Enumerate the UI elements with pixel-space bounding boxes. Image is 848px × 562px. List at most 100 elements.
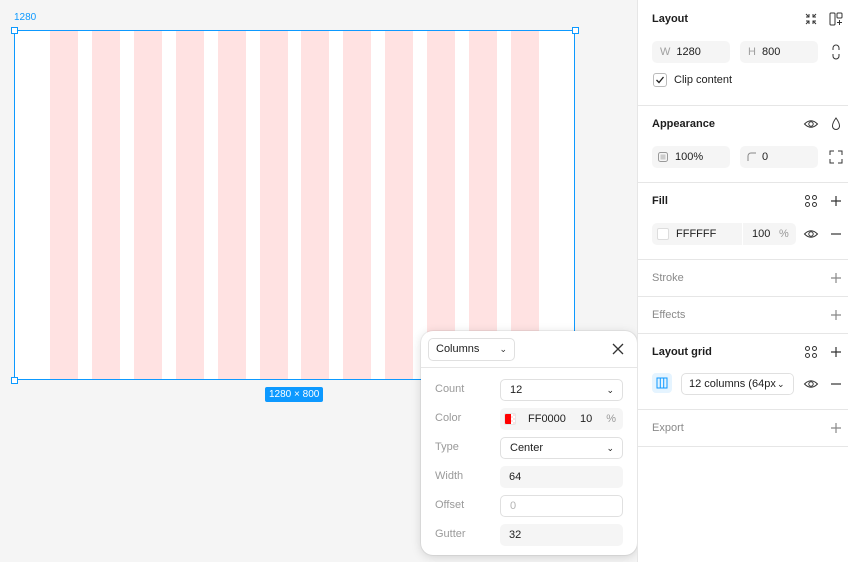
layout-grid-value: 12 columns (64px xyxy=(689,378,776,390)
stroke-title: Stroke xyxy=(652,272,684,284)
percent-unit: % xyxy=(779,228,789,240)
frame[interactable] xyxy=(14,30,575,380)
grid-column xyxy=(133,31,162,379)
clip-content-checkbox[interactable] xyxy=(653,73,667,87)
color-swatch[interactable] xyxy=(504,413,516,425)
height-field[interactable]: H 800 xyxy=(740,41,818,63)
color-field[interactable]: FF0000 10 % xyxy=(500,408,623,430)
layout-grid-popover: Columns ⌄ Count 12 ⌄ Color FF0000 10 % T… xyxy=(421,331,637,555)
w-value[interactable]: 1280 xyxy=(676,46,700,58)
count-select[interactable]: 12 ⌄ xyxy=(500,379,623,401)
offset-row: Offset 0 xyxy=(421,495,637,517)
frame-name-label[interactable]: 1280 xyxy=(14,12,36,23)
offset-input[interactable]: 0 xyxy=(500,495,623,517)
percent-unit: % xyxy=(606,413,616,425)
chevron-down-icon: ⌄ xyxy=(777,374,793,394)
column-grid-icon[interactable] xyxy=(652,373,672,393)
chevron-down-icon: ⌄ xyxy=(606,443,614,453)
layout-section: Layout W 1280 H 800 Clip content xyxy=(638,0,848,106)
collapse-icon[interactable] xyxy=(803,11,819,27)
export-title: Export xyxy=(652,422,684,434)
h-label: H xyxy=(748,46,756,58)
effects-title: Effects xyxy=(652,309,686,321)
grid-column xyxy=(343,31,372,379)
appearance-title: Appearance xyxy=(652,118,715,130)
corner-radius-field[interactable]: 0 xyxy=(740,146,818,168)
add-fill-icon[interactable] xyxy=(828,193,844,209)
eye-icon[interactable] xyxy=(803,226,819,242)
width-input[interactable]: 64 xyxy=(500,466,623,488)
resize-handle-top-right[interactable] xyxy=(572,27,579,34)
count-row: Count 12 ⌄ xyxy=(421,379,637,401)
gutter-input[interactable]: 32 xyxy=(500,524,623,546)
fill-color-field[interactable]: FFFFFF 100 % xyxy=(652,223,796,245)
gutter-row: Gutter 32 xyxy=(421,524,637,546)
fill-hex-value[interactable]: FFFFFF xyxy=(676,228,716,240)
clip-content-label[interactable]: Clip content xyxy=(674,74,732,86)
w-label: W xyxy=(660,46,671,58)
width-label: Width xyxy=(435,470,464,482)
gutter-label: Gutter xyxy=(435,528,466,540)
grid-column xyxy=(385,31,414,379)
export-section: Export xyxy=(638,410,848,447)
layout-title: Layout xyxy=(652,13,689,25)
color-opacity-value[interactable]: 10 xyxy=(580,408,592,430)
effects-section: Effects xyxy=(638,297,848,334)
corner-radius-icon xyxy=(747,152,756,161)
styles-grid-icon[interactable] xyxy=(803,193,819,209)
width-row: Width 64 xyxy=(421,466,637,488)
grid-column xyxy=(427,31,456,379)
properties-panel: Layout W 1280 H 800 Clip content Appearanc… xyxy=(637,0,848,562)
add-export-icon[interactable] xyxy=(828,420,844,436)
width-field[interactable]: W 1280 xyxy=(652,41,730,63)
add-effect-icon[interactable] xyxy=(828,307,844,323)
count-label: Count xyxy=(435,383,465,395)
grid-column xyxy=(175,31,204,379)
corner-radius-value[interactable]: 0 xyxy=(762,151,768,163)
type-row: Type Center ⌄ xyxy=(421,437,637,459)
grid-column xyxy=(259,31,288,379)
grid-column xyxy=(469,31,498,379)
stroke-section: Stroke xyxy=(638,260,848,297)
opacity-icon xyxy=(658,152,668,162)
add-stroke-icon[interactable] xyxy=(828,270,844,286)
fill-section: Fill FFFFFF 100 % xyxy=(638,183,848,260)
blend-mode-icon[interactable] xyxy=(828,116,844,132)
opacity-value[interactable]: 100% xyxy=(675,151,703,163)
remove-fill-icon[interactable] xyxy=(828,226,844,242)
close-icon[interactable] xyxy=(609,340,627,358)
type-select[interactable]: Center ⌄ xyxy=(500,437,623,459)
color-hex-value[interactable]: FF0000 xyxy=(528,413,566,425)
eye-icon[interactable] xyxy=(803,116,819,132)
popover-header: Columns ⌄ xyxy=(421,331,637,368)
grid-column xyxy=(511,31,540,379)
canvas[interactable]: 1280 1280 × 800 Columns ⌄ Count 12 ⌄ Col… xyxy=(0,0,637,562)
grid-type-select[interactable]: Columns ⌄ xyxy=(428,338,515,361)
styles-grid-icon[interactable] xyxy=(803,344,819,360)
fill-title: Fill xyxy=(652,195,668,207)
offset-label: Offset xyxy=(435,499,465,511)
remove-layout-grid-icon[interactable] xyxy=(828,376,844,392)
type-value: Center xyxy=(510,442,544,454)
grid-column xyxy=(91,31,120,379)
fill-swatch[interactable] xyxy=(657,228,669,240)
constrain-proportions-icon[interactable] xyxy=(828,44,844,60)
add-layout-grid-icon[interactable] xyxy=(828,344,844,360)
grid-type-value: Columns xyxy=(436,343,480,355)
grid-column xyxy=(301,31,330,379)
chevron-down-icon: ⌄ xyxy=(499,344,507,354)
type-label: Type xyxy=(435,441,459,453)
layout-grid-title: Layout grid xyxy=(652,346,712,358)
resize-handle-bottom-left[interactable] xyxy=(11,377,18,384)
eye-icon[interactable] xyxy=(803,376,819,392)
color-label: Color xyxy=(435,412,462,424)
layout-grid-select[interactable]: 12 columns (64px ⌄ xyxy=(681,373,794,395)
grid-column xyxy=(49,31,78,379)
opacity-field[interactable]: 100% xyxy=(652,146,730,168)
appearance-section: Appearance 100% 0 xyxy=(638,106,848,183)
h-value[interactable]: 800 xyxy=(762,46,780,58)
fill-opacity-value[interactable]: 100 xyxy=(752,223,770,245)
independent-corners-icon[interactable] xyxy=(828,149,844,165)
auto-layout-icon[interactable] xyxy=(828,11,844,27)
resize-handle-top-left[interactable] xyxy=(11,27,18,34)
